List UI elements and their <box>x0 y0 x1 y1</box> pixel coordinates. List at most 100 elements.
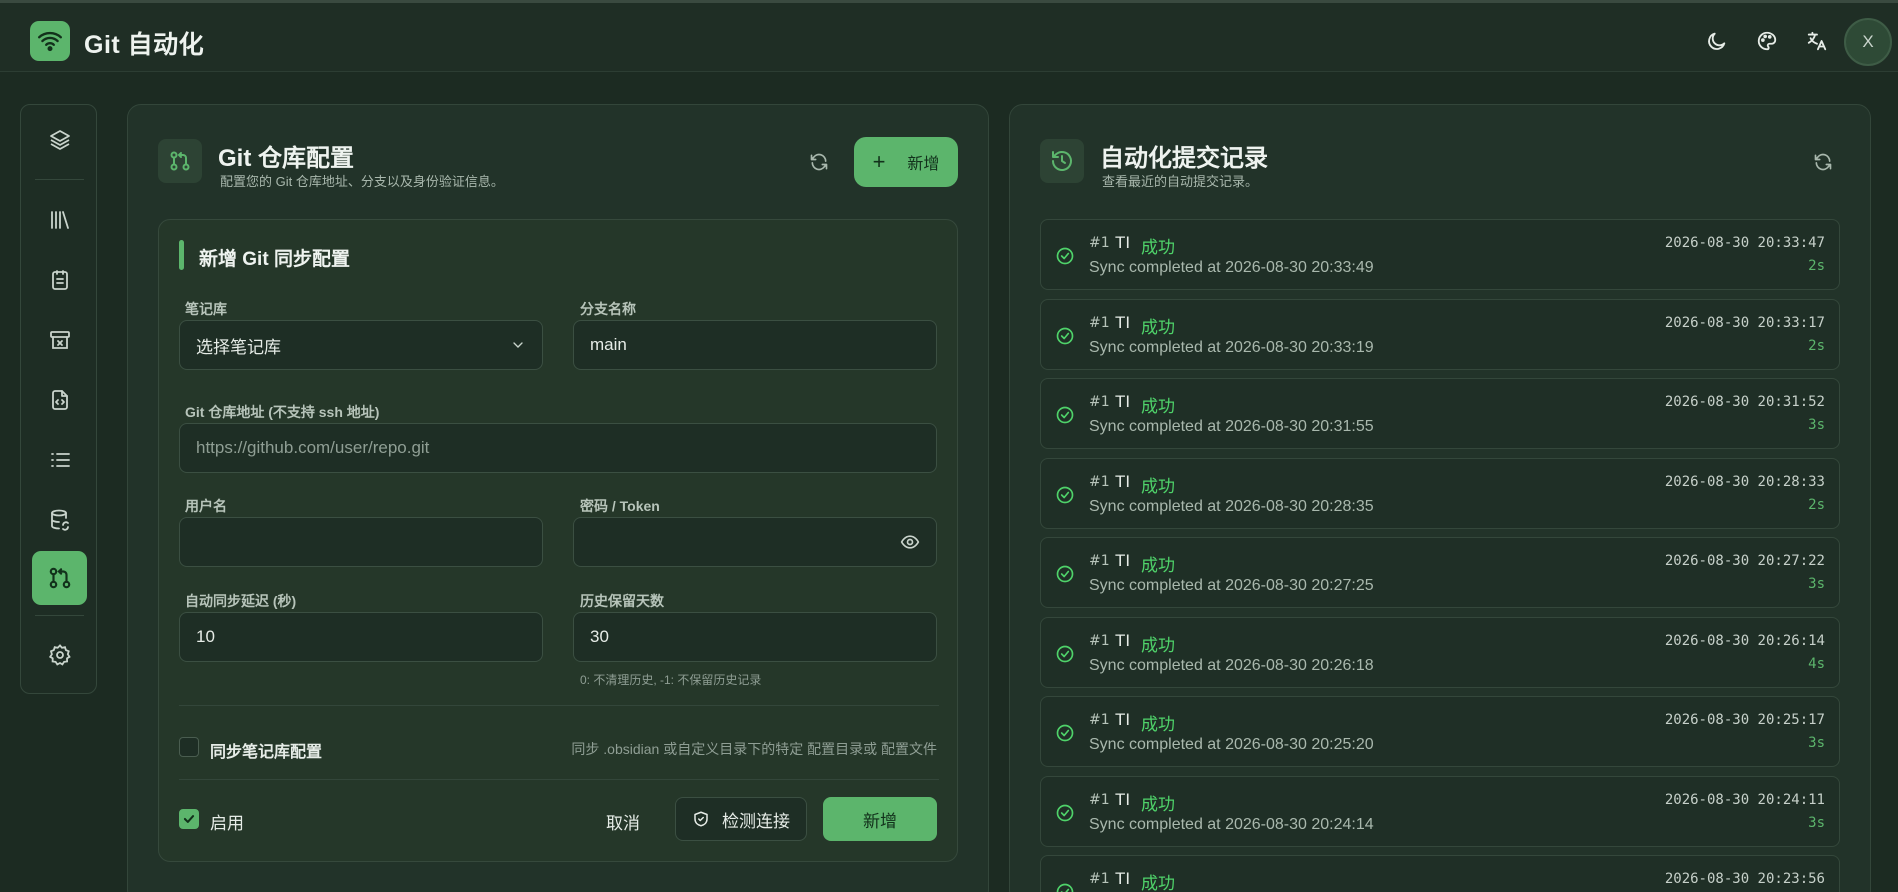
commit-author: TI <box>1115 392 1131 411</box>
delay-input[interactable]: 10 <box>179 612 543 662</box>
commit-time: 2026-08-30 20:26:14 <box>1664 632 1825 649</box>
top-bar: Git 自动化 X <box>0 0 1898 72</box>
success-check-icon <box>1055 326 1075 346</box>
git-branch-icon <box>158 139 202 183</box>
commit-status: 成功 <box>1141 874 1175 892</box>
test-connection-button[interactable]: 检测连接 <box>675 797 807 841</box>
commit-message: Sync completed at 2026-08-30 20:33:19 <box>1089 338 1374 356</box>
success-check-icon <box>1055 644 1075 664</box>
commit-author: TI <box>1115 312 1131 332</box>
commit-row[interactable]: #1 TI 成功 Sync completed at 2026-08-30 20:25… <box>1040 696 1840 767</box>
commit-number: #1 <box>1089 871 1110 887</box>
refresh-icon[interactable] <box>801 144 837 180</box>
branch-input[interactable]: main <box>573 320 937 370</box>
commit-row[interactable]: #1 TI 成功 Sync completed at 2026-08-30 20:26… <box>1040 616 1840 688</box>
commit-time: 2026-08-30 20:24:11 <box>1664 791 1825 808</box>
notes-icon[interactable] <box>32 253 87 307</box>
success-check-icon <box>1055 723 1075 743</box>
enable-checkbox[interactable] <box>179 809 199 829</box>
translate-icon[interactable] <box>1803 27 1831 55</box>
settings-icon[interactable] <box>32 628 87 682</box>
success-check-icon <box>1055 564 1075 584</box>
heading-accent-bar <box>179 240 184 270</box>
file-code-icon[interactable] <box>32 373 87 427</box>
add-config-label: 新增 <box>907 156 940 173</box>
database-sync-icon[interactable] <box>32 493 87 547</box>
commit-message: Sync completed at 2026-08-30 20:28:35 <box>1089 497 1374 515</box>
sync-config-checkbox[interactable] <box>179 737 199 757</box>
commit-time: 2026-08-30 20:33:47 <box>1664 235 1825 251</box>
username-label: 用户名 <box>185 498 227 514</box>
success-check-icon <box>1055 405 1075 425</box>
commit-status: 成功 <box>1141 715 1175 734</box>
repo-url-label: Git 仓库地址 (不支持 ssh 地址) <box>185 404 380 420</box>
eye-icon <box>900 535 920 549</box>
archive-icon[interactable] <box>32 313 87 367</box>
commit-author: TI <box>1115 630 1131 650</box>
commits-subtitle: 查看最近的自动提交记录。 <box>1102 174 1259 189</box>
list-icon[interactable] <box>32 433 87 487</box>
commit-number: #1 <box>1089 473 1110 490</box>
refresh-icon[interactable] <box>1805 144 1841 180</box>
vault-select[interactable]: 选择笔记库 <box>179 320 543 370</box>
cancel-button[interactable]: 取消 <box>606 809 640 834</box>
commit-row[interactable]: #1 TI 成功 Sync completed at 2026-08-30 20:31… <box>1040 378 1840 449</box>
vault-select-value: 选择笔记库 <box>196 337 281 357</box>
app-title: Git 自动化 <box>84 31 205 59</box>
moon-icon[interactable] <box>1703 27 1731 55</box>
commit-message: Sync completed at 2026-08-30 20:25:20 <box>1089 736 1374 753</box>
commit-author: TI <box>1115 710 1131 729</box>
shield-check-icon <box>694 811 708 827</box>
commit-status: 成功 <box>1141 397 1175 416</box>
commit-row[interactable]: #1 TI 成功 2026-08-30 20:23:56 <box>1040 855 1840 892</box>
palette-icon[interactable] <box>1753 27 1781 55</box>
commit-history-panel: 自动化提交记录 查看最近的自动提交记录。 #1 TI 成功 Sync complete… <box>1009 104 1871 892</box>
success-check-icon <box>1055 882 1075 892</box>
success-check-icon <box>1055 803 1075 823</box>
check-icon <box>183 815 195 823</box>
retention-label: 历史保留天数 <box>580 593 664 609</box>
commit-number: #1 <box>1089 394 1110 410</box>
success-check-icon <box>1055 246 1075 266</box>
commit-time: 2026-08-30 20:28:33 <box>1664 473 1825 490</box>
commit-number: #1 <box>1089 314 1110 331</box>
retention-hint: 0: 不清理历史, -1: 不保留历史记录 <box>580 673 762 687</box>
library-icon[interactable] <box>32 193 87 247</box>
commit-status: 成功 <box>1141 238 1175 257</box>
commit-time: 2026-08-30 20:25:17 <box>1664 712 1825 728</box>
commit-row[interactable]: #1 TI 成功 Sync completed at 2026-08-30 20:28… <box>1040 457 1840 529</box>
plus-icon: + <box>872 149 886 174</box>
commit-message: Sync completed at 2026-08-30 20:24:14 <box>1089 815 1374 833</box>
sync-config-label: 同步笔记库配置 <box>210 744 323 761</box>
submit-add-button[interactable]: 新增 <box>823 797 937 841</box>
retention-input[interactable]: 30 <box>573 612 937 662</box>
repo-url-input[interactable]: https://github.com/user/repo.git <box>179 423 937 473</box>
commit-time: 2026-08-30 20:31:52 <box>1664 394 1825 410</box>
git-config-panel: Git 仓库配置 配置您的 Git 仓库地址、分支以及身份验证信息。 + 新增 … <box>127 104 989 892</box>
commit-status: 成功 <box>1141 476 1175 496</box>
commit-duration: 2s <box>1808 258 1825 274</box>
commit-duration: 2s <box>1808 337 1825 354</box>
commits-title: 自动化提交记录 <box>1100 145 1268 172</box>
commit-author: TI <box>1115 869 1131 888</box>
commit-duration: 3s <box>1808 735 1825 751</box>
commit-row[interactable]: #1 TI 成功 Sync completed at 2026-08-30 20:24… <box>1040 775 1840 847</box>
commit-duration: 3s <box>1808 814 1825 831</box>
commit-time: 2026-08-30 20:33:17 <box>1664 314 1825 331</box>
config-form: 新增 Git 同步配置 笔记库 选择笔记库 分支名称 main Git 仓库地址… <box>158 219 958 862</box>
add-config-button[interactable]: + 新增 <box>854 137 958 187</box>
layers-icon[interactable] <box>32 113 87 167</box>
username-input[interactable] <box>179 517 543 567</box>
git-pull-request-icon[interactable] <box>32 551 87 605</box>
config-title: Git 仓库配置 <box>218 145 354 172</box>
commit-row[interactable]: #1 TI 成功 Sync completed at 2026-08-30 20:27… <box>1040 537 1840 608</box>
commit-status: 成功 <box>1141 635 1175 655</box>
commit-author: TI <box>1115 471 1131 491</box>
commit-row[interactable]: #1 TI 成功 Sync completed at 2026-08-30 20:33… <box>1040 298 1840 370</box>
password-input[interactable] <box>573 517 937 567</box>
user-avatar[interactable]: X <box>1844 18 1892 66</box>
sidebar-divider <box>35 615 84 616</box>
commit-message: Sync completed at 2026-08-30 20:26:18 <box>1089 656 1374 674</box>
commit-row[interactable]: #1 TI 成功 Sync completed at 2026-08-30 20:33… <box>1040 219 1840 290</box>
commit-time: 2026-08-30 20:27:22 <box>1664 553 1825 569</box>
